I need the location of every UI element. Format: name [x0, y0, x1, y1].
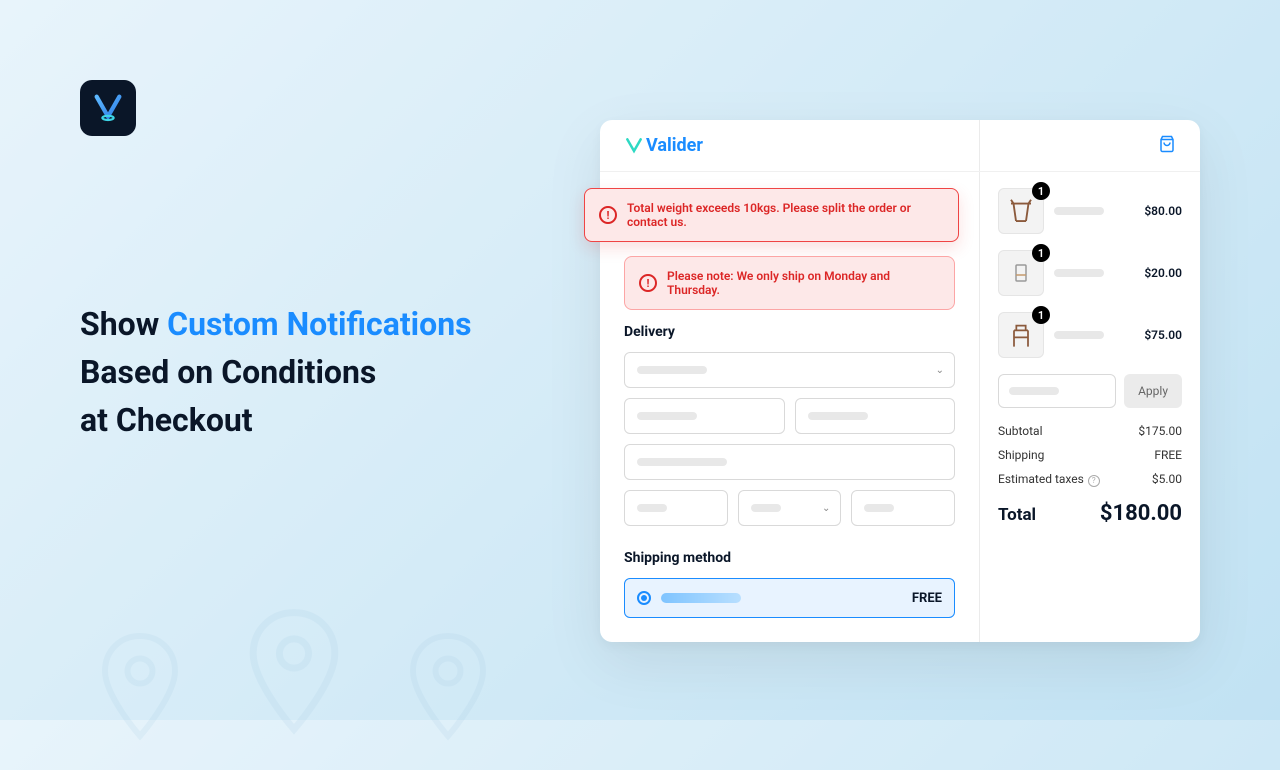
subtotal-value: $175.00: [1138, 424, 1182, 438]
cart-item: 1 $75.00: [998, 312, 1182, 358]
alert-message: Please note: We only ship on Monday and …: [667, 269, 940, 297]
tax-value: $5.00: [1152, 472, 1182, 487]
alert-icon: !: [599, 206, 617, 224]
last-name-field[interactable]: [795, 398, 956, 434]
quantity-badge: 1: [1032, 244, 1050, 262]
total-row: Total $180.00: [998, 501, 1182, 526]
item-price: $75.00: [1144, 328, 1182, 342]
error-alert: ! Total weight exceeds 10kgs. Please spl…: [584, 188, 959, 242]
shipping-summary-label: Shipping: [998, 448, 1044, 462]
item-price: $20.00: [1144, 266, 1182, 280]
item-name-placeholder: [1054, 269, 1134, 277]
product-thumbnail: 1: [998, 312, 1044, 358]
quantity-badge: 1: [1032, 306, 1050, 324]
alert-icon: !: [639, 274, 657, 292]
info-icon[interactable]: ?: [1088, 475, 1100, 487]
tax-label: Estimated taxes?: [998, 472, 1100, 487]
shipping-option-price: FREE: [912, 591, 942, 606]
headline-accent: Custom Notifications: [167, 305, 471, 343]
background-pins: [80, 576, 528, 770]
checkout-form: ! Total weight exceeds 10kgs. Please spl…: [600, 120, 980, 642]
brand-name: Valider: [646, 135, 703, 156]
headline-text-1: Show: [80, 305, 167, 343]
total-label: Total: [998, 505, 1036, 525]
brand-logo: Valider: [624, 135, 703, 156]
alert-message: Total weight exceeds 10kgs. Please split…: [627, 201, 944, 229]
shipping-option[interactable]: FREE: [624, 578, 955, 618]
chevron-down-icon: ⌄: [822, 503, 830, 514]
total-value: $180.00: [1100, 501, 1182, 526]
state-select[interactable]: ⌄: [738, 490, 842, 526]
apply-button[interactable]: Apply: [1124, 374, 1182, 408]
address-field[interactable]: [624, 444, 955, 480]
first-name-field[interactable]: [624, 398, 785, 434]
quantity-badge: 1: [1032, 182, 1050, 200]
headline-text-3: at Checkout: [80, 401, 253, 439]
tax-row: Estimated taxes? $5.00: [998, 472, 1182, 487]
shipping-method-label: Shipping method: [624, 550, 955, 566]
item-name-placeholder: [1054, 331, 1134, 339]
app-icon: [80, 80, 136, 136]
product-thumbnail: 1: [998, 188, 1044, 234]
subtotal-row: Subtotal $175.00: [998, 424, 1182, 438]
shipping-row: Shipping FREE: [998, 448, 1182, 462]
radio-selected-icon: [637, 591, 651, 605]
shipping-option-name-placeholder: [661, 593, 741, 603]
promo-code-input[interactable]: [998, 374, 1116, 408]
delivery-label: Delivery: [624, 324, 955, 340]
checkout-card: Valider ! Total weight exceeds 10kgs. Pl…: [600, 120, 1200, 642]
cart-icon[interactable]: [1158, 135, 1176, 157]
shipping-summary-value: FREE: [1154, 448, 1182, 462]
zip-field[interactable]: [851, 490, 955, 526]
headline: Show Custom Notifications Based on Condi…: [80, 300, 472, 444]
headline-text-2: Based on Conditions: [80, 353, 376, 391]
city-field[interactable]: [624, 490, 728, 526]
chevron-down-icon: ⌄: [936, 365, 944, 376]
cart-item: 1 $20.00: [998, 250, 1182, 296]
country-select[interactable]: ⌄: [624, 352, 955, 388]
cart-item: 1 $80.00: [998, 188, 1182, 234]
item-name-placeholder: [1054, 207, 1134, 215]
item-price: $80.00: [1144, 204, 1182, 218]
warning-alert: ! Please note: We only ship on Monday an…: [624, 256, 955, 310]
order-summary: 1 $80.00 1 $20.00 1 $75.00 Apply: [980, 120, 1200, 642]
card-header: Valider: [600, 120, 1200, 172]
product-thumbnail: 1: [998, 250, 1044, 296]
subtotal-label: Subtotal: [998, 424, 1043, 438]
